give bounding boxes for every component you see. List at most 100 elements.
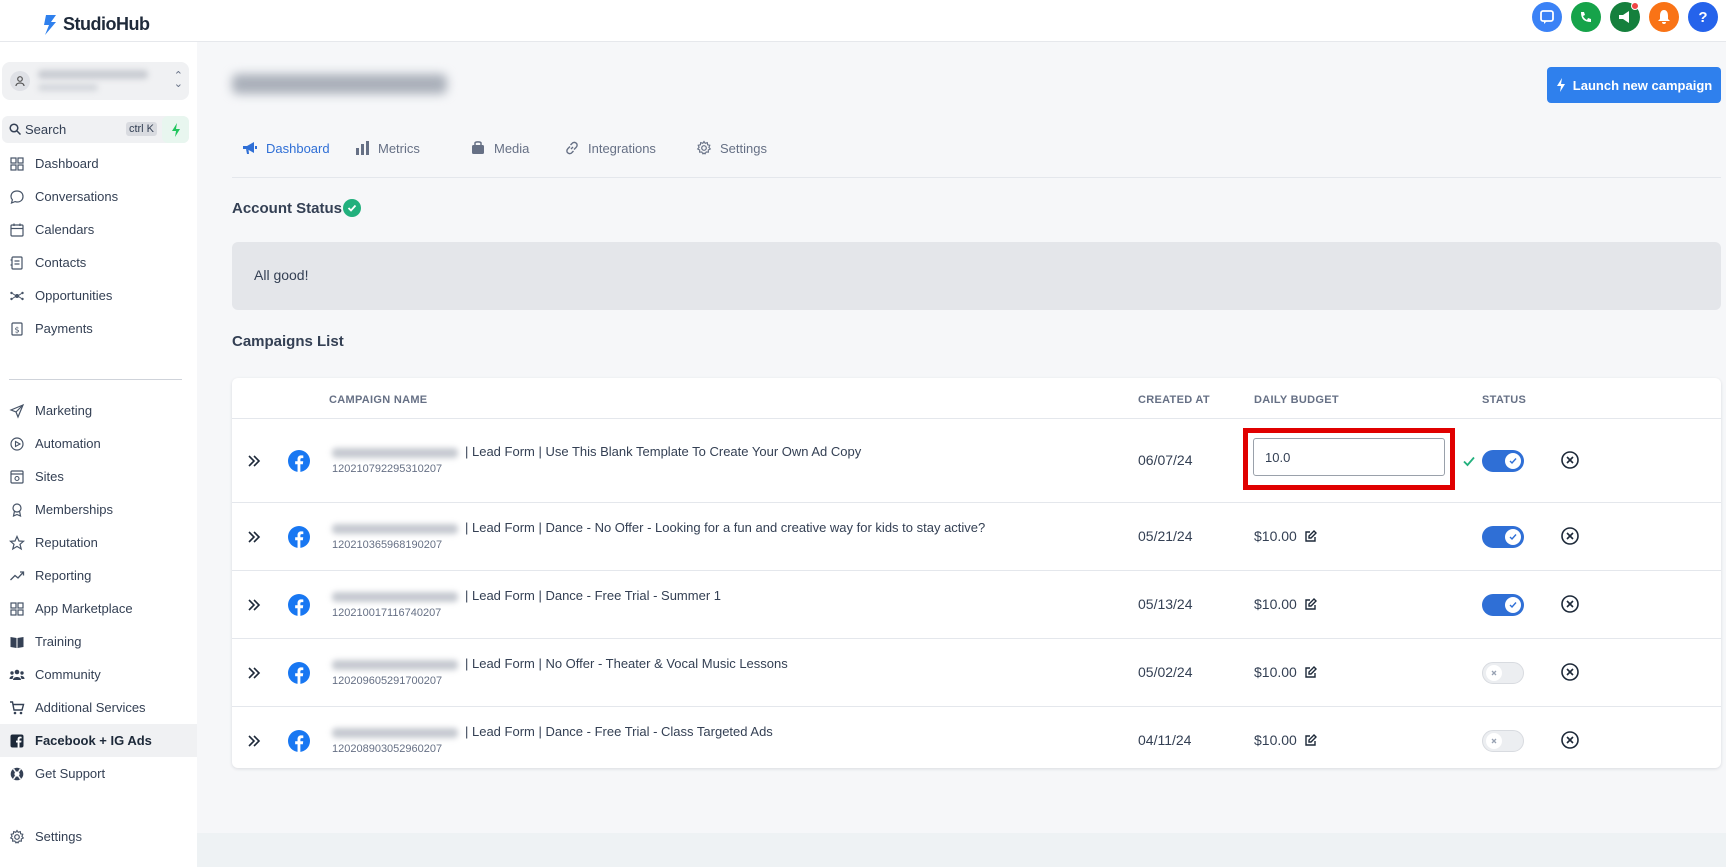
remove-campaign-circle-x-icon[interactable] [1560,526,1580,546]
campaign-id: 120210017116740207 [332,607,442,619]
quick-action-bolt-icon[interactable] [162,116,189,143]
sidebar-item-settings[interactable]: Settings [0,820,197,853]
campaign-name[interactable]: | Lead Form | No Offer - Theater & Vocal… [465,656,788,671]
edit-icon[interactable] [1304,665,1317,679]
sidebar-item-conversations[interactable]: Conversations [0,180,197,213]
sidebar-item-get-support[interactable]: Get Support [0,757,197,790]
tab-media[interactable]: Media [470,138,529,158]
sidebar-item-payments[interactable]: $ Payments [0,312,197,345]
sidebar-item-label: Training [35,634,82,649]
edit-icon[interactable] [1304,733,1317,747]
gear-icon [696,140,712,155]
media-icon [472,141,484,154]
expand-double-chevron-icon[interactable] [247,734,261,748]
sidebar-item-reporting[interactable]: Reporting [0,559,197,592]
search-shortcut: ctrl K [125,122,157,136]
calendar-icon [10,223,24,237]
tab-metrics[interactable]: Metrics [354,138,420,158]
grid-icon [10,157,24,171]
campaign-created-date: 06/07/24 [1138,452,1193,468]
tab-settings[interactable]: Settings [696,138,767,158]
account-status-message-box: All good! [232,242,1721,310]
sidebar-item-additional-services[interactable]: Additional Services [0,691,197,724]
sidebar-item-memberships[interactable]: Memberships [0,493,197,526]
top-bar: StudioHub ? [0,0,1726,42]
avatar-icon [10,71,30,91]
tab-integrations[interactable]: Integrations [564,138,656,158]
campaign-id: 120210365968190207 [332,539,443,551]
table-row: | Lead Form | Dance - Free Trial - Class… [232,706,1721,768]
search-bar[interactable]: Search ctrl K [2,116,189,143]
sidebar-item-app-marketplace[interactable]: App Marketplace [0,592,197,625]
campaign-name[interactable]: | Lead Form | Dance - Free Trial - Summe… [465,588,721,603]
chat-widget-icon[interactable] [1532,2,1562,32]
tab-dashboard[interactable]: Dashboard [242,138,330,158]
expand-double-chevron-icon[interactable] [247,530,261,544]
campaign-name[interactable]: | Lead Form | Dance - No Offer - Looking… [465,520,985,535]
campaign-name[interactable]: | Lead Form | Dance - Free Trial - Class… [465,724,773,739]
phone-icon[interactable] [1571,2,1601,32]
facebook-square-icon [10,734,24,748]
sidebar-item-label: Payments [35,321,93,336]
campaign-name[interactable]: | Lead Form | Use This Blank Template To… [465,444,861,459]
sidebar-item-automation[interactable]: Automation [0,427,197,460]
bolt-icon [1556,78,1565,92]
campaign-status-toggle[interactable] [1482,730,1524,752]
launch-campaign-button[interactable]: Launch new campaign [1547,67,1721,103]
help-icon[interactable]: ? [1688,2,1718,32]
toggle-knob [1505,597,1521,613]
campaign-status-toggle[interactable] [1482,594,1524,616]
facebook-icon [288,730,310,752]
sidebar-item-reputation[interactable]: Reputation [0,526,197,559]
account-switcher[interactable]: ⌃ ⌄ [2,62,189,100]
app-logo[interactable]: StudioHub [43,14,150,35]
sidebar-item-label: Get Support [35,766,106,781]
campaign-id: 120208903052960207 [332,743,443,755]
edit-icon[interactable] [1304,597,1317,611]
edit-icon[interactable] [1304,529,1317,543]
campaign-created-date: 04/11/24 [1138,732,1192,748]
community-icon [9,669,25,680]
sidebar-item-marketing[interactable]: Marketing [0,394,197,427]
sidebar-divider [9,379,182,380]
campaign-created-date: 05/02/24 [1138,664,1193,680]
campaign-status-toggle[interactable] [1482,662,1524,684]
expand-double-chevron-icon[interactable] [247,454,261,468]
daily-budget: $10.00 [1254,732,1317,748]
sidebar-item-calendars[interactable]: Calendars [0,213,197,246]
gear-icon [9,829,25,844]
sidebar-item-sites[interactable]: Sites [0,460,197,493]
notifications-bell-icon[interactable] [1649,2,1679,32]
chat-icon [10,190,24,205]
remove-campaign-circle-x-icon[interactable] [1560,450,1580,470]
sidebar-item-opportunities[interactable]: Opportunities [0,279,197,312]
announcements-icon[interactable] [1610,2,1640,32]
remove-campaign-circle-x-icon[interactable] [1560,594,1580,614]
campaign-status-toggle[interactable] [1482,526,1524,548]
table-row: | Lead Form | Dance - No Offer - Looking… [232,502,1721,570]
daily-budget: $10.00 [1254,664,1317,680]
toggle-knob [1505,529,1521,545]
page-title-redacted [232,74,447,94]
sidebar-item-dashboard[interactable]: Dashboard [0,147,197,180]
sidebar-item-facebook-ig-ads[interactable]: Facebook + IG Ads [0,724,197,757]
daily-budget-input[interactable] [1253,438,1445,476]
campaign-id: 120210792295310207 [332,463,443,475]
sidebar-item-label: Opportunities [35,288,113,303]
sidebar-item-contacts[interactable]: Contacts [0,246,197,279]
column-header-daily-budget: DAILY BUDGET [1254,394,1339,406]
contacts-icon [10,256,23,270]
campaign-status-toggle[interactable] [1482,450,1524,472]
remove-campaign-circle-x-icon[interactable] [1560,662,1580,682]
confirm-check-icon[interactable] [1462,454,1476,468]
expand-double-chevron-icon[interactable] [247,598,261,612]
remove-campaign-circle-x-icon[interactable] [1560,730,1580,750]
budget-edit-highlight [1243,428,1455,490]
campaigns-list-title: Campaigns List [232,333,344,350]
tab-label: Metrics [378,140,420,156]
sidebar-item-community[interactable]: Community [0,658,197,691]
sidebar-item-training[interactable]: Training [0,625,197,658]
sidebar-item-label: Dashboard [35,156,99,171]
expand-double-chevron-icon[interactable] [247,666,261,680]
support-icon [10,767,24,781]
